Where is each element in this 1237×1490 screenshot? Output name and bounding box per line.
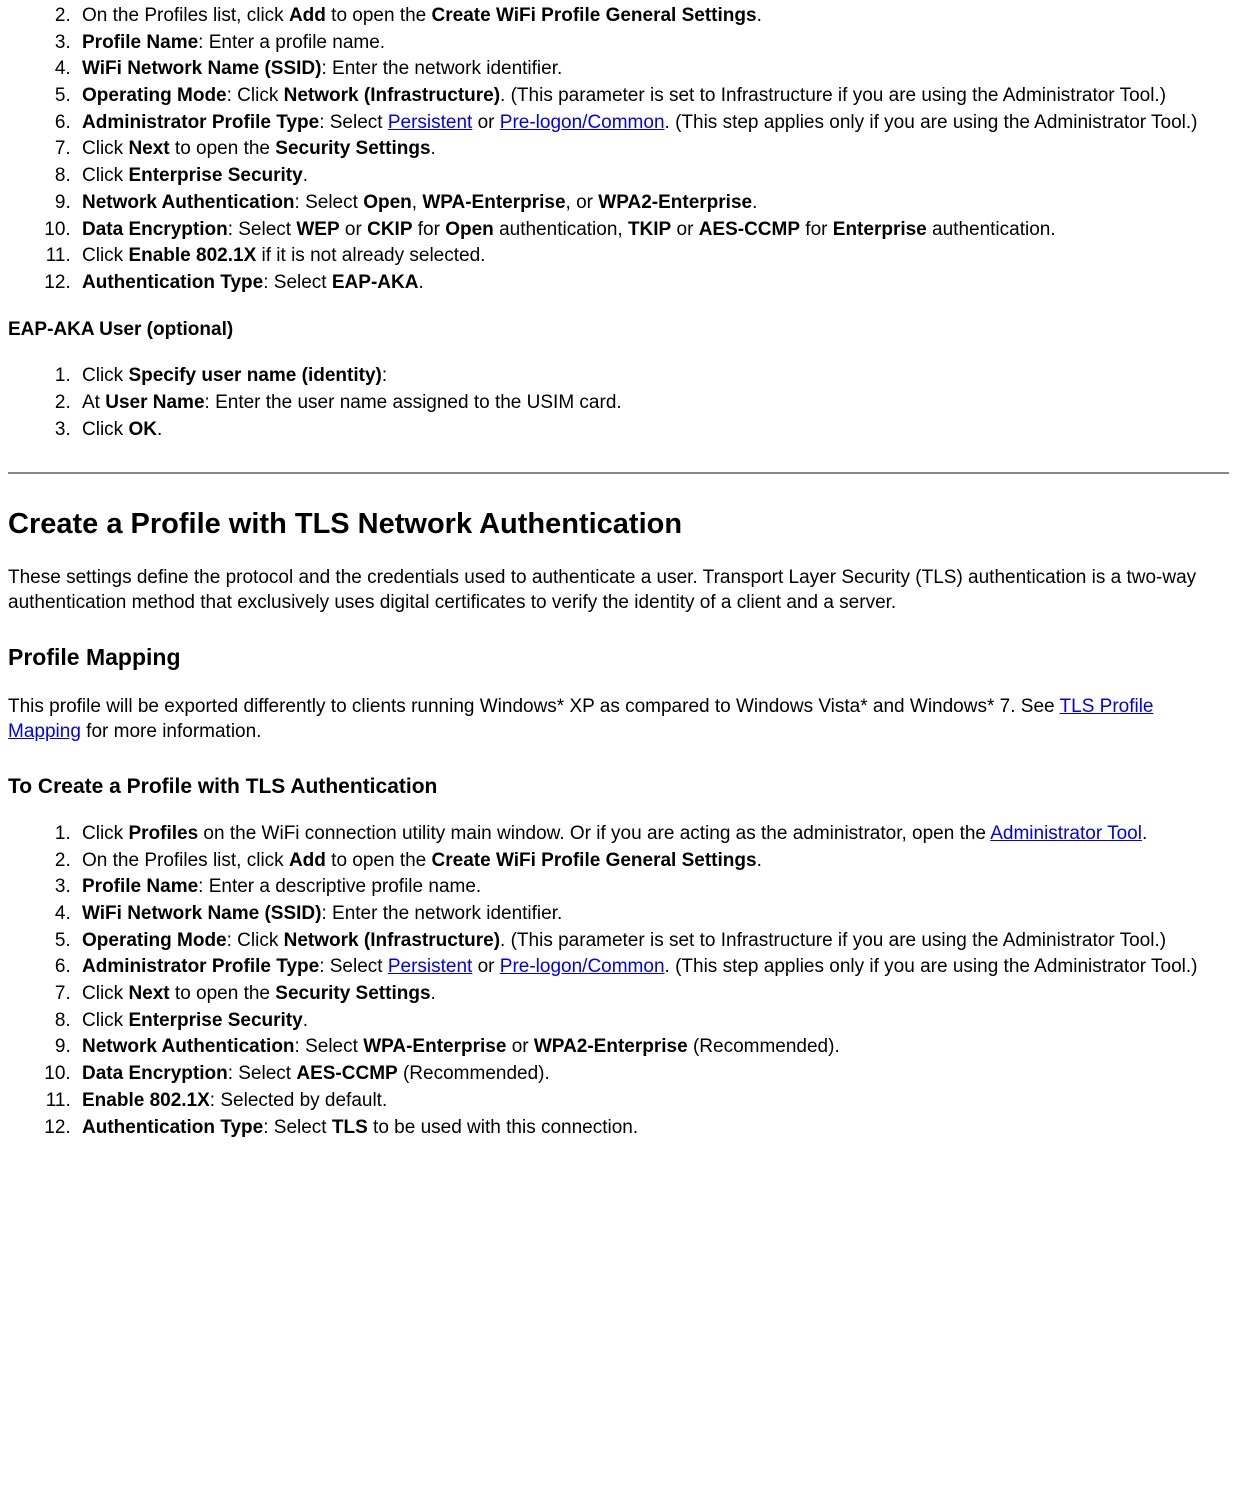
list-item: At User Name: Enter the user name assign… xyxy=(76,391,1229,416)
list-item: Click Enable 802.1X if it is not already… xyxy=(76,244,1229,269)
list-item: On the Profiles list, click Add to open … xyxy=(76,4,1229,29)
list-item: Operating Mode: Click Network (Infrastru… xyxy=(76,84,1229,109)
list-item: Authentication Type: Select TLS to be us… xyxy=(76,1116,1229,1141)
create-tls-profile-heading: To Create a Profile with TLS Authenticat… xyxy=(8,773,1229,800)
tls-profile-heading: Create a Profile with TLS Network Authen… xyxy=(8,506,1229,544)
prelogon-common-link[interactable]: Pre-logon/Common xyxy=(500,112,665,133)
list-item: Enable 802.1X: Selected by default. xyxy=(76,1089,1229,1114)
profile-mapping-paragraph: This profile will be exported differentl… xyxy=(8,695,1229,744)
list-item: On the Profiles list, click Add to open … xyxy=(76,849,1229,874)
list-item: Click Next to open the Security Settings… xyxy=(76,137,1229,162)
tls-steps-list: Click Profiles on the WiFi connection ut… xyxy=(8,822,1229,1140)
list-item: Click Next to open the Security Settings… xyxy=(76,982,1229,1007)
list-item: Network Authentication: Select WPA-Enter… xyxy=(76,1035,1229,1060)
list-item: Click Enterprise Security. xyxy=(76,164,1229,189)
list-item: Click Enterprise Security. xyxy=(76,1009,1229,1034)
list-item: Click Profiles on the WiFi connection ut… xyxy=(76,822,1229,847)
list-item: Data Encryption: Select WEP or CKIP for … xyxy=(76,218,1229,243)
eap-aka-user-steps-list: Click Specify user name (identity): At U… xyxy=(8,364,1229,442)
list-item: Network Authentication: Select Open, WPA… xyxy=(76,191,1229,216)
eap-aka-user-heading: EAP-AKA User (optional) xyxy=(8,318,1229,343)
divider xyxy=(8,472,1229,474)
persistent-link[interactable]: Persistent xyxy=(388,112,472,133)
list-item: Operating Mode: Click Network (Infrastru… xyxy=(76,929,1229,954)
eap-aka-steps-list: On the Profiles list, click Add to open … xyxy=(8,4,1229,296)
list-item: Click Specify user name (identity): xyxy=(76,364,1229,389)
list-item: Administrator Profile Type: Select Persi… xyxy=(76,111,1229,136)
prelogon-common-link[interactable]: Pre-logon/Common xyxy=(500,956,665,977)
list-item: Administrator Profile Type: Select Persi… xyxy=(76,955,1229,980)
administrator-tool-link[interactable]: Administrator Tool xyxy=(990,823,1142,844)
list-item: WiFi Network Name (SSID): Enter the netw… xyxy=(76,57,1229,82)
list-item: Data Encryption: Select AES-CCMP (Recomm… xyxy=(76,1062,1229,1087)
list-item: Click OK. xyxy=(76,418,1229,443)
list-item: Profile Name: Enter a descriptive profil… xyxy=(76,875,1229,900)
list-item: WiFi Network Name (SSID): Enter the netw… xyxy=(76,902,1229,927)
list-item: Authentication Type: Select EAP-AKA. xyxy=(76,271,1229,296)
list-item: Profile Name: Enter a profile name. xyxy=(76,31,1229,56)
tls-description-paragraph: These settings define the protocol and t… xyxy=(8,566,1229,615)
profile-mapping-heading: Profile Mapping xyxy=(8,643,1229,673)
persistent-link[interactable]: Persistent xyxy=(388,956,472,977)
